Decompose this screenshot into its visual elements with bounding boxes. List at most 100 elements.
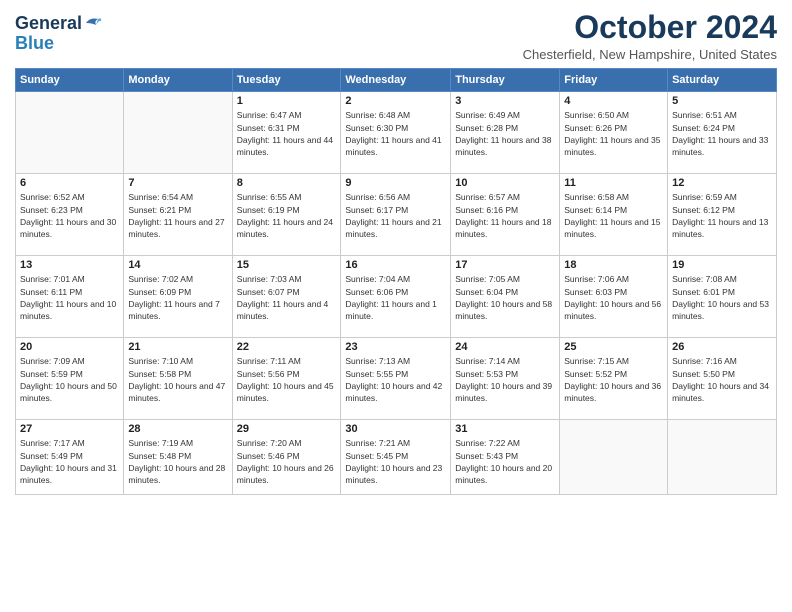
day-number: 11 <box>564 177 663 189</box>
day-info: Sunrise: 7:16 AMSunset: 5:50 PMDaylight:… <box>672 355 772 404</box>
day-number: 29 <box>237 423 337 435</box>
title-block: October 2024 Chesterfield, New Hampshire… <box>523 10 777 62</box>
weekday-header-friday: Friday <box>560 69 668 92</box>
calendar-cell: 25 Sunrise: 7:15 AMSunset: 5:52 PMDayligh… <box>560 338 668 420</box>
day-info: Sunrise: 6:56 AMSunset: 6:17 PMDaylight:… <box>345 191 446 240</box>
calendar-cell: 11Sunrise: 6:58 AMSunset: 6:14 PMDayligh… <box>560 174 668 256</box>
day-info: Sunrise: 7:09 AMSunset: 5:59 PMDaylight:… <box>20 355 119 404</box>
logo: General Blue <box>15 10 102 54</box>
day-info: Sunrise: 7:08 AMSunset: 6:01 PMDaylight:… <box>672 273 772 322</box>
calendar-cell: 14 Sunrise: 7:02 AMSunset: 6:09 PMDayligh… <box>124 256 232 338</box>
day-number: 22 <box>237 341 337 353</box>
day-info: Sunrise: 6:47 AMSunset: 6:31 PMDaylight:… <box>237 109 337 158</box>
day-number: 2 <box>345 95 446 107</box>
calendar-cell <box>560 420 668 495</box>
calendar-cell: 16Sunrise: 7:04 AMSunset: 6:06 PMDayligh… <box>341 256 451 338</box>
weekday-header-monday: Monday <box>124 69 232 92</box>
day-info: Sunrise: 7:13 AMSunset: 5:55 PMDaylight:… <box>345 355 446 404</box>
day-number: 8 <box>237 177 337 189</box>
day-info: Sunrise: 7:14 AMSunset: 5:53 PMDaylight:… <box>455 355 555 404</box>
calendar-cell: 20 Sunrise: 7:09 AMSunset: 5:59 PMDayligh… <box>16 338 124 420</box>
day-info: Sunrise: 7:10 AMSunset: 5:58 PMDaylight:… <box>128 355 227 404</box>
day-number: 4 <box>564 95 663 107</box>
weekday-header-thursday: Thursday <box>451 69 560 92</box>
calendar-cell: 31 Sunrise: 7:22 AMSunset: 5:43 PMDayligh… <box>451 420 560 495</box>
day-info: Sunrise: 7:22 AMSunset: 5:43 PMDaylight:… <box>455 437 555 486</box>
day-number: 17 <box>455 259 555 271</box>
day-number: 9 <box>345 177 446 189</box>
weekday-header-saturday: Saturday <box>668 69 777 92</box>
day-info: Sunrise: 6:51 AMSunset: 6:24 PMDaylight:… <box>672 109 772 158</box>
month-title: October 2024 <box>523 10 777 45</box>
day-info: Sunrise: 7:02 AMSunset: 6:09 PMDaylight:… <box>128 273 227 322</box>
day-number: 14 <box>128 259 227 271</box>
page: General Blue October 2024 Chesterfield, … <box>0 0 792 612</box>
day-number: 21 <box>128 341 227 353</box>
calendar-cell: 13Sunrise: 7:01 AMSunset: 6:11 PMDayligh… <box>16 256 124 338</box>
day-number: 6 <box>20 177 119 189</box>
logo-general: General <box>15 14 82 34</box>
day-number: 12 <box>672 177 772 189</box>
calendar-cell: 18Sunrise: 7:06 AMSunset: 6:03 PMDayligh… <box>560 256 668 338</box>
day-info: Sunrise: 7:01 AMSunset: 6:11 PMDaylight:… <box>20 273 119 322</box>
calendar-cell: 21 Sunrise: 7:10 AMSunset: 5:58 PMDayligh… <box>124 338 232 420</box>
calendar-cell: 3 Sunrise: 6:49 AMSunset: 6:28 PMDaylight… <box>451 92 560 174</box>
calendar-cell: 22 Sunrise: 7:11 AMSunset: 5:56 PMDayligh… <box>232 338 341 420</box>
calendar-cell: 23 Sunrise: 7:13 AMSunset: 5:55 PMDayligh… <box>341 338 451 420</box>
day-info: Sunrise: 6:55 AMSunset: 6:19 PMDaylight:… <box>237 191 337 240</box>
day-number: 5 <box>672 95 772 107</box>
calendar-cell: 7 Sunrise: 6:54 AMSunset: 6:21 PMDaylight… <box>124 174 232 256</box>
calendar-table: SundayMondayTuesdayWednesdayThursdayFrid… <box>15 68 777 495</box>
day-info: Sunrise: 6:59 AMSunset: 6:12 PMDaylight:… <box>672 191 772 240</box>
week-row-2: 6 Sunrise: 6:52 AMSunset: 6:23 PMDaylight… <box>16 174 777 256</box>
day-info: Sunrise: 7:17 AMSunset: 5:49 PMDaylight:… <box>20 437 119 486</box>
calendar-cell: 24 Sunrise: 7:14 AMSunset: 5:53 PMDayligh… <box>451 338 560 420</box>
day-number: 15 <box>237 259 337 271</box>
day-info: Sunrise: 6:49 AMSunset: 6:28 PMDaylight:… <box>455 109 555 158</box>
day-info: Sunrise: 7:05 AMSunset: 6:04 PMDaylight:… <box>455 273 555 322</box>
calendar-cell: 27 Sunrise: 7:17 AMSunset: 5:49 PMDayligh… <box>16 420 124 495</box>
calendar-cell <box>124 92 232 174</box>
day-number: 1 <box>237 95 337 107</box>
location: Chesterfield, New Hampshire, United Stat… <box>523 47 777 62</box>
calendar-cell: 26Sunrise: 7:16 AMSunset: 5:50 PMDayligh… <box>668 338 777 420</box>
header: General Blue October 2024 Chesterfield, … <box>15 10 777 62</box>
day-info: Sunrise: 7:06 AMSunset: 6:03 PMDaylight:… <box>564 273 663 322</box>
calendar-cell: 15Sunrise: 7:03 AMSunset: 6:07 PMDayligh… <box>232 256 341 338</box>
calendar-cell: 5 Sunrise: 6:51 AMSunset: 6:24 PMDaylight… <box>668 92 777 174</box>
calendar-cell <box>16 92 124 174</box>
calendar-cell: 1 Sunrise: 6:47 AMSunset: 6:31 PMDaylight… <box>232 92 341 174</box>
day-info: Sunrise: 6:52 AMSunset: 6:23 PMDaylight:… <box>20 191 119 240</box>
day-info: Sunrise: 7:11 AMSunset: 5:56 PMDaylight:… <box>237 355 337 404</box>
day-info: Sunrise: 6:54 AMSunset: 6:21 PMDaylight:… <box>128 191 227 240</box>
day-info: Sunrise: 7:04 AMSunset: 6:06 PMDaylight:… <box>345 273 446 322</box>
week-row-4: 20 Sunrise: 7:09 AMSunset: 5:59 PMDayligh… <box>16 338 777 420</box>
day-number: 7 <box>128 177 227 189</box>
day-number: 31 <box>455 423 555 435</box>
day-number: 25 <box>564 341 663 353</box>
day-number: 3 <box>455 95 555 107</box>
week-row-5: 27 Sunrise: 7:17 AMSunset: 5:49 PMDayligh… <box>16 420 777 495</box>
day-number: 20 <box>20 341 119 353</box>
weekday-header-tuesday: Tuesday <box>232 69 341 92</box>
day-info: Sunrise: 7:15 AMSunset: 5:52 PMDaylight:… <box>564 355 663 404</box>
calendar-cell: 30 Sunrise: 7:21 AMSunset: 5:45 PMDayligh… <box>341 420 451 495</box>
calendar-cell: 6 Sunrise: 6:52 AMSunset: 6:23 PMDaylight… <box>16 174 124 256</box>
calendar-cell: 28 Sunrise: 7:19 AMSunset: 5:48 PMDayligh… <box>124 420 232 495</box>
day-number: 19 <box>672 259 772 271</box>
day-info: Sunrise: 6:48 AMSunset: 6:30 PMDaylight:… <box>345 109 446 158</box>
day-number: 27 <box>20 423 119 435</box>
day-info: Sunrise: 7:21 AMSunset: 5:45 PMDaylight:… <box>345 437 446 486</box>
calendar-cell: 8 Sunrise: 6:55 AMSunset: 6:19 PMDaylight… <box>232 174 341 256</box>
logo-bird-icon <box>84 15 102 31</box>
calendar-cell <box>668 420 777 495</box>
weekday-header-sunday: Sunday <box>16 69 124 92</box>
day-number: 28 <box>128 423 227 435</box>
day-number: 23 <box>345 341 446 353</box>
calendar-cell: 12 Sunrise: 6:59 AMSunset: 6:12 PMDayligh… <box>668 174 777 256</box>
day-number: 24 <box>455 341 555 353</box>
day-info: Sunrise: 6:57 AMSunset: 6:16 PMDaylight:… <box>455 191 555 240</box>
day-info: Sunrise: 7:19 AMSunset: 5:48 PMDaylight:… <box>128 437 227 486</box>
day-number: 30 <box>345 423 446 435</box>
calendar-cell: 17 Sunrise: 7:05 AMSunset: 6:04 PMDayligh… <box>451 256 560 338</box>
